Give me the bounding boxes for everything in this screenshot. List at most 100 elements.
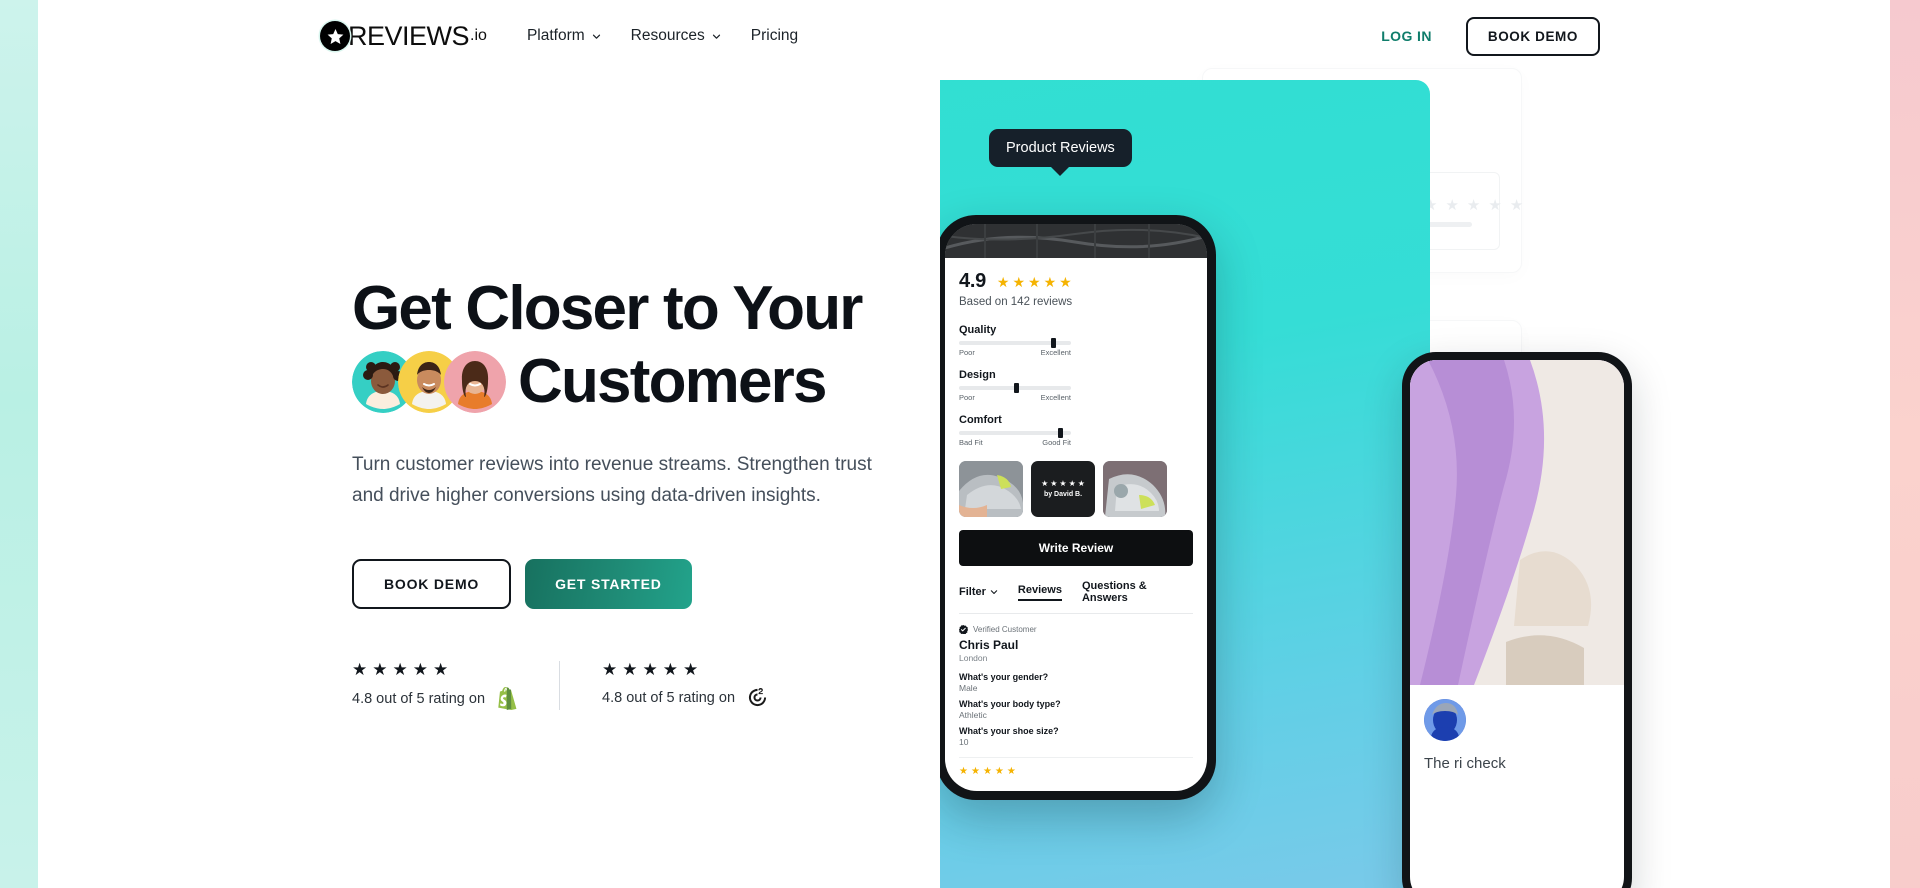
get-started-button[interactable]: GET STARTED xyxy=(525,559,692,610)
review-question: What's your body type? xyxy=(959,699,1061,709)
right-edge-strip xyxy=(1890,0,1920,888)
review-question: What's your shoe size? xyxy=(959,726,1059,736)
rating-score: 4.9 xyxy=(959,270,986,292)
attribute-low-label: Poor xyxy=(959,348,975,357)
hero-subtitle: Turn customer reviews into revenue strea… xyxy=(352,453,872,506)
chevron-down-icon xyxy=(712,34,720,39)
attribute-label: Quality xyxy=(959,324,997,336)
filter-label: Filter xyxy=(959,586,986,598)
attribute-high-label: Excellent xyxy=(1040,393,1071,402)
review-item: Verified Customer Chris Paul London What… xyxy=(959,614,1193,777)
review-photo-shoe-1[interactable] xyxy=(959,461,1023,517)
star-icon: ★ xyxy=(1068,479,1076,488)
verified-check-icon xyxy=(959,625,968,634)
star-icon: ★ xyxy=(1050,479,1058,488)
secondary-phone-review-text: The ri check xyxy=(1424,755,1506,772)
attribute-low-label: Poor xyxy=(959,393,975,402)
primary-phone-mockup: 4.9 ★ ★ ★ ★ ★ Based on 142 reviews Quali… xyxy=(940,215,1216,800)
login-link[interactable]: LOG IN xyxy=(1381,28,1432,44)
rating-g2: ★ ★ ★ ★ ★ 4.8 out of 5 rating on xyxy=(559,661,768,711)
attribute-high-label: Excellent xyxy=(1040,348,1071,357)
star-icon: ★ xyxy=(642,660,658,680)
star-icon: ★ xyxy=(662,660,679,680)
reviewer-location: London xyxy=(959,653,988,663)
rating-text-shopify: 4.8 out of 5 rating on xyxy=(352,690,486,707)
star-icon: ★ xyxy=(683,660,699,680)
hero-visual: ★★★★★ ★★★★★ ★★★ 👕 ★★★★★ ★★★★★ xyxy=(940,0,1920,888)
nav-label-pricing: Pricing xyxy=(750,27,799,44)
site-header: REVIEWS .io Platform Resources Pricing L… xyxy=(0,0,1920,72)
page-title: Get Closer to Your Customers xyxy=(352,275,952,416)
tab-reviews[interactable]: Reviews xyxy=(1017,584,1062,601)
attribute-thumb xyxy=(1050,338,1056,348)
star-icon: ★ xyxy=(959,766,968,777)
attribute-label: Comfort xyxy=(959,414,1002,426)
secondary-phone-mockup: The ri check xyxy=(1402,352,1632,888)
star-icon: ★ xyxy=(982,766,992,777)
attribute-high-label: Good Fit xyxy=(1042,438,1071,447)
social-proof-ratings: ★ ★ ★ ★ ★ 4.8 out of 5 rating on ★ ★ ★ ★… xyxy=(352,660,952,711)
nav-item-platform[interactable]: Platform xyxy=(527,27,601,45)
logo[interactable]: REVIEWS .io xyxy=(320,21,487,52)
tab-questions-answers[interactable]: Questions & Answers xyxy=(1082,580,1193,604)
attribute-design: Design Poor Excellent xyxy=(959,369,1071,402)
reviewer-name: Chris Paul xyxy=(959,638,1019,652)
star-icon: ★ xyxy=(996,273,1010,290)
write-review-button[interactable]: Write Review xyxy=(959,530,1193,566)
customer-avatars xyxy=(352,351,506,414)
attribute-low-label: Bad Fit xyxy=(959,438,983,447)
star-icon: ★ xyxy=(352,660,368,680)
photo-star-rating: ★ ★ ★ ★ ★ xyxy=(1041,480,1085,488)
review-answer: Athletic xyxy=(959,710,987,720)
attribute-scale: Poor Excellent xyxy=(959,393,1071,402)
review-count-label: Based on 142 reviews xyxy=(959,296,1073,308)
attribute-thumb xyxy=(1057,428,1063,438)
attribute-track xyxy=(959,428,1071,438)
review-attributes: What's your gender? Male What's your bod… xyxy=(959,672,1193,747)
rating-stars: ★ ★ ★ ★ ★ xyxy=(997,275,1072,289)
nav-item-pricing[interactable]: Pricing xyxy=(751,27,798,45)
product-reviews-tooltip: Product Reviews xyxy=(989,129,1132,167)
review-star-rating: ★ ★ ★ ★ ★ xyxy=(959,757,1193,777)
star-icon: ★ xyxy=(602,660,618,680)
star-icon: ★ xyxy=(433,660,449,680)
nav-item-resources[interactable]: Resources xyxy=(631,27,721,45)
star-icon: ★ xyxy=(1059,273,1072,290)
secondary-phone-body: The ri check xyxy=(1410,685,1624,774)
review-photo-rating[interactable]: ★ ★ ★ ★ ★ by David B. xyxy=(1031,461,1095,517)
star-icon: ★ xyxy=(1041,479,1049,488)
chevron-down-icon xyxy=(990,590,998,594)
review-tabs: Filter Reviews Questions & Answers xyxy=(959,580,1193,613)
phone-content: 4.9 ★ ★ ★ ★ ★ Based on 142 reviews Quali… xyxy=(945,258,1207,777)
star-icon: ★ xyxy=(1028,273,1041,290)
verified-customer-badge: Verified Customer xyxy=(959,625,1193,634)
attribute-scale: Poor Excellent xyxy=(959,348,1071,357)
avatar-woman xyxy=(444,351,506,414)
star-icon: ★ xyxy=(1059,479,1067,488)
review-question: What's your gender? xyxy=(959,672,1049,682)
attribute-sliders: Quality Poor Excellent Design Poor Excel… xyxy=(959,324,1193,447)
review-answer: 10 xyxy=(959,737,969,747)
filter-tab[interactable]: Filter xyxy=(959,586,998,598)
header-actions: LOG IN BOOK DEMO xyxy=(1381,16,1600,56)
attribute-scale: Bad Fit Good Fit xyxy=(959,438,1071,447)
star-icon: ★ xyxy=(970,766,980,777)
star-icon: ★ xyxy=(622,660,638,680)
verified-customer-label: Verified Customer xyxy=(973,625,1037,634)
attribute-thumb xyxy=(1013,383,1019,393)
main-nav: Platform Resources Pricing xyxy=(527,27,798,45)
book-demo-button-hero[interactable]: BOOK DEMO xyxy=(352,559,512,610)
star-rating-g2: ★ ★ ★ ★ ★ xyxy=(602,661,768,678)
book-demo-button-header[interactable]: BOOK DEMO xyxy=(1465,16,1600,56)
attribute-comfort: Comfort Bad Fit Good Fit xyxy=(959,414,1071,447)
g2-icon xyxy=(748,688,767,707)
attribute-track xyxy=(959,338,1071,348)
shopify-icon xyxy=(498,687,517,711)
nav-label-resources: Resources xyxy=(630,27,705,44)
attribute-track xyxy=(959,383,1071,393)
review-photo-shoe-2[interactable] xyxy=(1103,461,1167,517)
primary-phone-screen: 4.9 ★ ★ ★ ★ ★ Based on 142 reviews Quali… xyxy=(945,224,1207,791)
logo-wordmark: REVIEWS xyxy=(348,20,470,51)
background-stars: ★★★★★ xyxy=(1424,197,1524,214)
reviewer-avatar xyxy=(1424,699,1466,741)
